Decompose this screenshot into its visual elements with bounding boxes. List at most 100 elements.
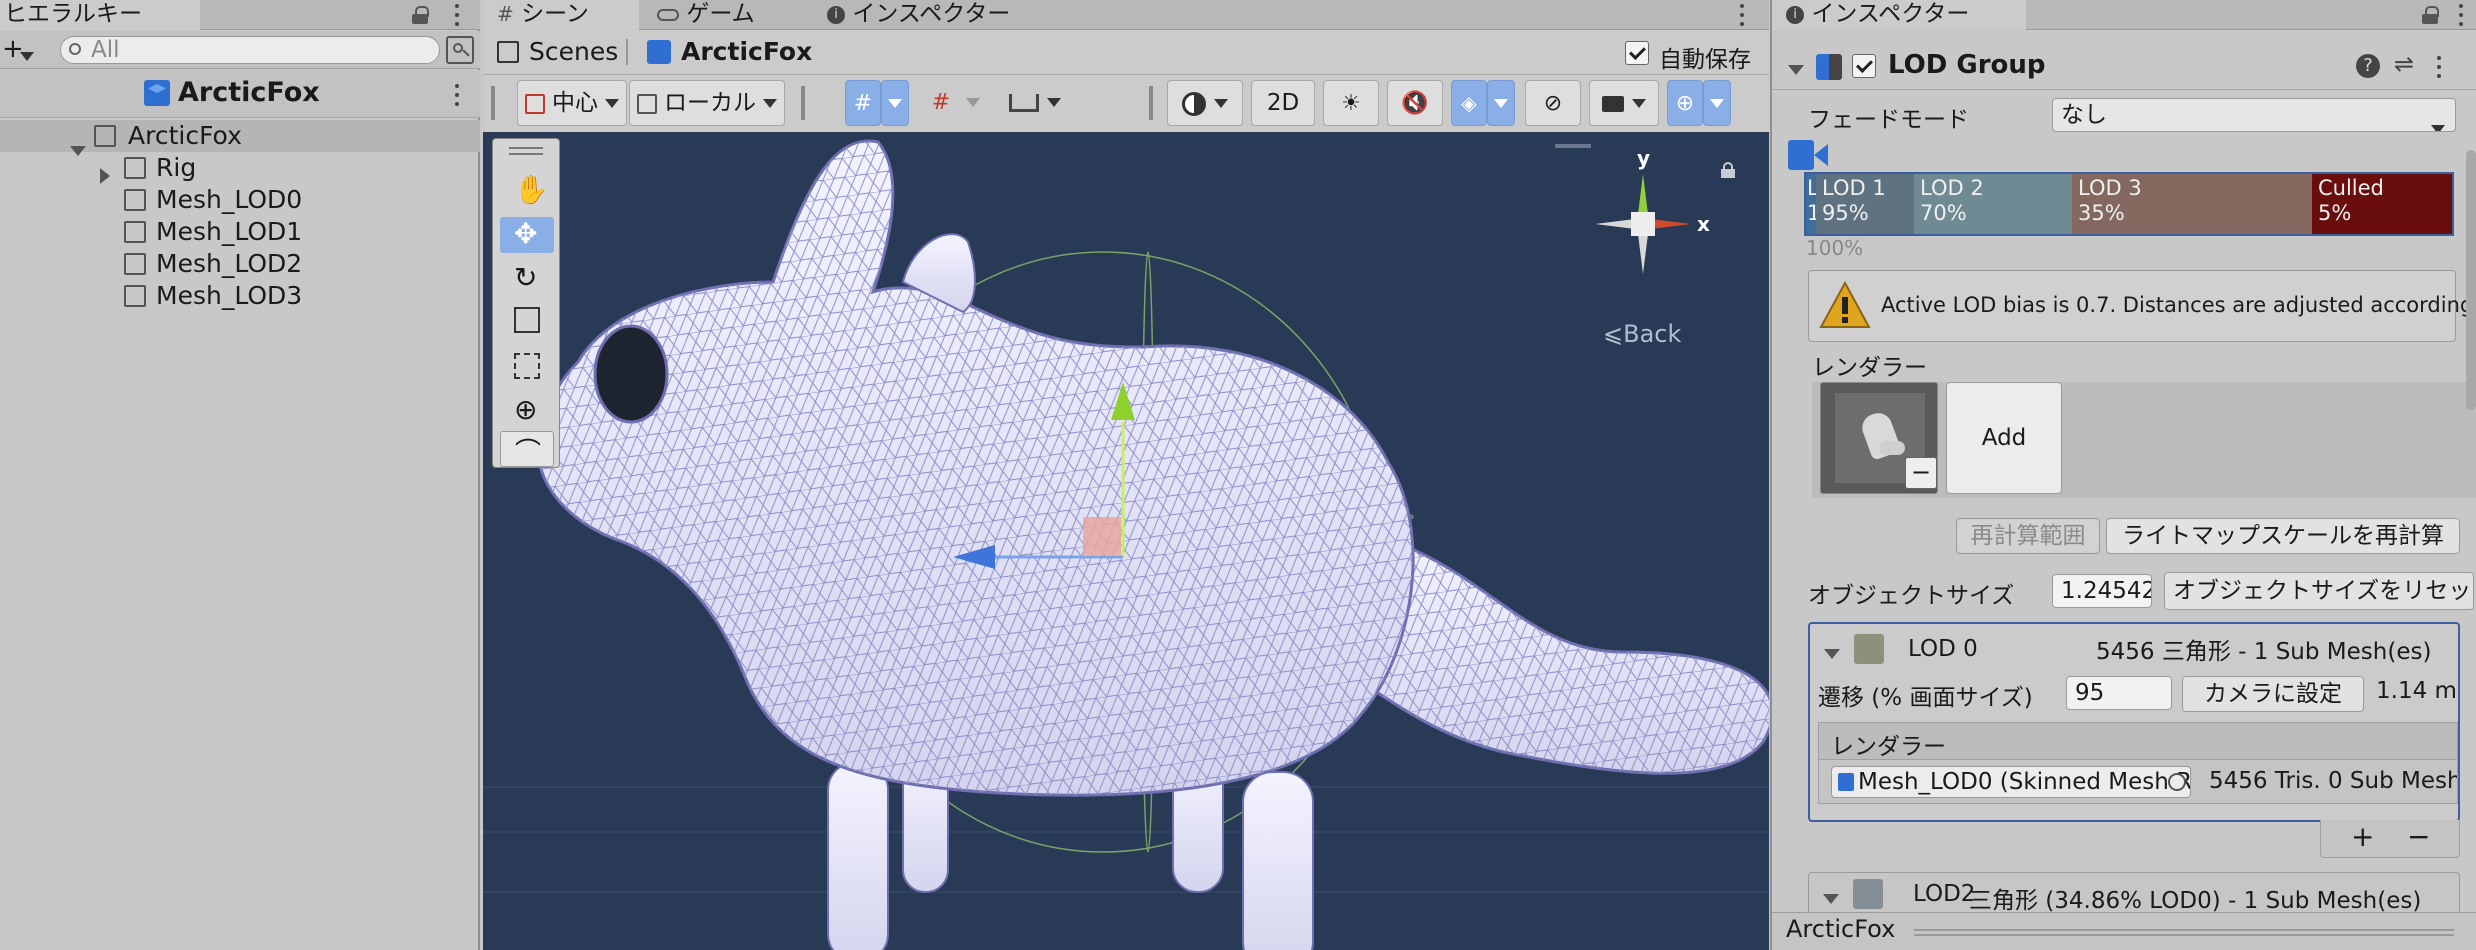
remove-renderer-button[interactable]: − — [1905, 457, 1937, 489]
lod1-info: 三角形 (34.86% LOD0) - 1 Sub Mesh(es) — [1969, 888, 2422, 914]
hierarchy-item-mesh-lod2[interactable]: Mesh_LOD2 — [0, 248, 480, 280]
tab-game[interactable]: ゲーム — [643, 0, 813, 30]
hierarchy-item-mesh-lod3[interactable]: Mesh_LOD3 — [0, 280, 480, 312]
object-size-input[interactable]: 1.245420 — [2052, 574, 2152, 608]
breadcrumb-arcticfox[interactable]: ArcticFox — [681, 37, 812, 66]
lod-segment-1[interactable]: LOD 1 95% — [1816, 174, 1914, 234]
gizmos-dropdown[interactable] — [1703, 80, 1731, 126]
set-to-camera-button[interactable]: カメラに設定 — [2182, 676, 2364, 712]
tab-inspector[interactable]: i インスペクター — [1772, 0, 2026, 30]
camera-dropdown[interactable] — [1589, 80, 1659, 126]
autosave-checkbox[interactable] — [1625, 41, 1649, 65]
lighting-toggle[interactable]: ☀ — [1323, 80, 1379, 126]
audio-toggle[interactable]: 🔇 — [1387, 80, 1443, 126]
component-enabled-checkbox[interactable] — [1852, 54, 1876, 78]
tab-hierarchy[interactable]: ヒエラルキー — [0, 0, 200, 30]
ruler-snap-button[interactable] — [997, 80, 1073, 126]
help-icon[interactable]: ? — [2356, 54, 2380, 78]
inspector-scrollbar[interactable] — [2466, 150, 2476, 410]
toolbar-grip-icon[interactable] — [491, 86, 495, 120]
gizmo-x-label: x — [1697, 212, 1710, 236]
lock-icon[interactable] — [412, 6, 429, 24]
object-picker-icon[interactable] — [2168, 773, 2186, 791]
overlay-grip-icon[interactable] — [509, 147, 543, 149]
scene-viewport[interactable]: ✋ ✥ ↻ ⊕ ⌒ y x ⩽Back — [483, 132, 1769, 950]
toolbar-grip-icon[interactable] — [801, 86, 805, 120]
rotate-tool[interactable]: ↻ — [500, 261, 554, 297]
add-dropdown-icon[interactable] — [20, 46, 34, 65]
space-dropdown[interactable]: ローカル — [629, 80, 785, 126]
transform-tool[interactable]: ⊕ — [500, 393, 554, 429]
component-menu-icon[interactable] — [2436, 56, 2442, 78]
shading-mode-dropdown[interactable] — [1167, 80, 1243, 126]
search-input[interactable]: All — [60, 36, 440, 64]
camera-marker-icon[interactable] — [1788, 140, 1814, 170]
tab-scene[interactable]: # シーン — [483, 0, 639, 30]
toolbar-grip-icon[interactable] — [1149, 86, 1153, 120]
add-renderer-plus-button[interactable]: + — [2351, 820, 2374, 854]
lod0-transition-input[interactable]: 95 — [2066, 676, 2172, 710]
gizmos-toggle[interactable]: ⊕ — [1667, 80, 1703, 126]
orientation-gizmo[interactable]: y x — [1583, 146, 1733, 302]
grid-icon: # — [497, 2, 514, 26]
lod-segment-0[interactable]: L 1 — [1806, 174, 1816, 234]
remove-renderer-minus-button[interactable]: − — [2407, 820, 2430, 854]
lod-segment-2[interactable]: LOD 2 70% — [1914, 174, 2072, 234]
preset-icon[interactable]: ⇌ — [2394, 50, 2414, 78]
scene-visibility-toggle[interactable]: ⊘ — [1525, 80, 1581, 126]
hierarchy-item-mesh-lod1[interactable]: Mesh_LOD1 — [0, 216, 480, 248]
reset-object-size-button[interactable]: オブジェクトサイズをリセット — [2164, 572, 2474, 610]
rect-tool[interactable] — [500, 349, 554, 385]
lod-segment-3[interactable]: LOD 3 35% — [2072, 174, 2312, 234]
hierarchy-item-rig[interactable]: Rig — [0, 152, 480, 184]
effects-dropdown[interactable] — [1487, 80, 1515, 126]
back-label: Back — [1623, 320, 1682, 348]
lod0-foldout-icon[interactable] — [1824, 644, 1840, 663]
increment-snap-dropdown[interactable] — [959, 80, 987, 126]
hierarchy-item-arcticfox[interactable]: ArcticFox — [0, 120, 480, 156]
breadcrumb-scenes[interactable]: Scenes — [529, 37, 618, 66]
lod-segment-culled[interactable]: Culled 5% — [2312, 174, 2452, 234]
hierarchy-item-label: Mesh_LOD2 — [156, 249, 303, 278]
back-view-button[interactable]: ⩽Back — [1603, 320, 1681, 348]
component-title: LOD Group — [1888, 50, 2046, 80]
increment-snap-button[interactable]: # — [923, 80, 959, 126]
hierarchy-item-mesh-lod0[interactable]: Mesh_LOD0 — [0, 184, 480, 216]
lod0-renderer-field[interactable]: Mesh_LOD0 (Skinned Mesh Renderer) — [1831, 766, 2191, 798]
more-menu-icon[interactable] — [2458, 4, 2464, 26]
renderer-thumbnail[interactable]: − — [1820, 382, 1938, 494]
tab-inspector-label: インスペクター — [1811, 1, 1970, 27]
hand-tool[interactable]: ✋ — [500, 173, 554, 209]
chevron-down-icon — [763, 99, 778, 108]
camera-marker-lens — [1814, 144, 1828, 166]
mode-2d-button[interactable]: 2D — [1251, 80, 1315, 126]
lod1-foldout-icon[interactable] — [1823, 889, 1839, 908]
recalc-bounds-button[interactable]: 再計算範囲 — [1956, 518, 2100, 554]
more-menu-icon[interactable] — [454, 4, 460, 26]
recalc-lightmap-button[interactable]: ライトマップスケールを再計算 — [2106, 518, 2460, 554]
scene-more-menu-icon[interactable] — [1739, 4, 1745, 26]
pivot-dropdown[interactable]: 中心 — [517, 80, 627, 126]
scene-visibility-icon[interactable] — [446, 36, 474, 64]
scene-menu-icon[interactable] — [454, 84, 460, 106]
component-header[interactable]: LOD Group ? ⇌ — [1772, 44, 2476, 90]
foldout-arrow-icon[interactable] — [1788, 60, 1804, 79]
grid-snap-dropdown[interactable] — [881, 80, 909, 126]
add-renderer-button[interactable]: Add — [1946, 382, 2062, 494]
grid-snap-button[interactable]: # — [845, 80, 881, 126]
lod-segment-pct: 35% — [2078, 201, 2125, 225]
footer-resize-grip[interactable] — [1914, 929, 2454, 931]
audio-mute-icon: 🔇 — [1401, 91, 1429, 116]
lod-bias-warning: Active LOD bias is 0.7. Distances are ad… — [1808, 270, 2476, 342]
lock-icon[interactable] — [2422, 6, 2439, 24]
lod-segment-name: LOD 2 — [1920, 176, 1984, 200]
scale-tool[interactable] — [500, 305, 554, 341]
fade-mode-dropdown[interactable]: なし — [2052, 98, 2456, 132]
custom-tool[interactable]: ⌒ — [500, 431, 554, 468]
move-tool[interactable]: ✥ — [500, 217, 554, 253]
tab-inspector-2[interactable]: i インスペクター — [813, 0, 1053, 30]
effects-toggle[interactable]: ◈ — [1451, 80, 1487, 126]
hierarchy-panel: ヒエラルキー + All ArcticFox ArcticFox Rig Mes… — [0, 0, 480, 950]
pivot-icon — [524, 93, 545, 114]
gizmo-grip-icon[interactable] — [1555, 144, 1591, 148]
